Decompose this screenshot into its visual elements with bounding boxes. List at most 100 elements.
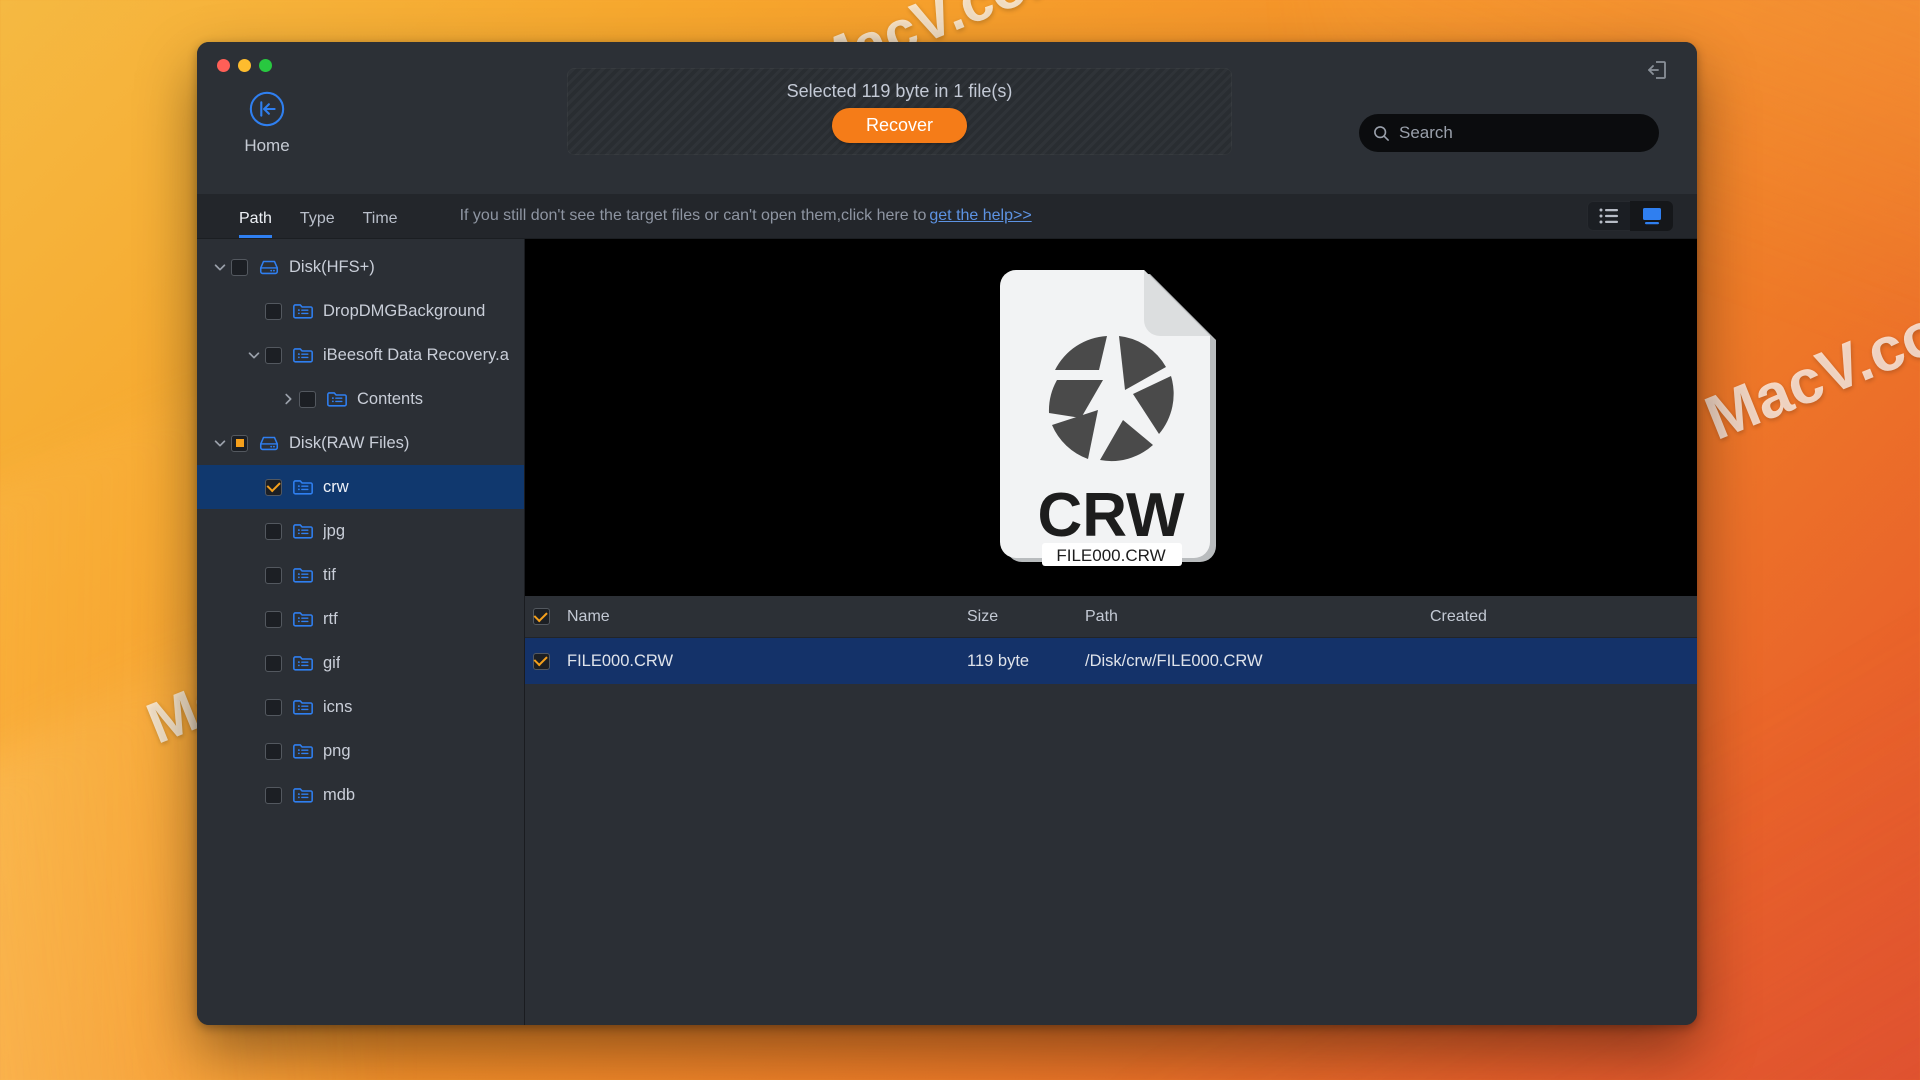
folder-icon: [292, 697, 314, 717]
tree-item-crw[interactable]: crw: [197, 465, 524, 509]
folder-icon: [292, 653, 314, 673]
tree-item-label: rtf: [323, 609, 338, 628]
close-button[interactable]: [217, 59, 230, 72]
selection-status-text: Selected 119 byte in 1 file(s): [786, 80, 1013, 101]
content-pane: CRW FILE000.CRW Name Size Path Created F…: [524, 239, 1697, 1025]
tree-item-label: Contents: [357, 389, 424, 408]
tree-chevron-placeholder: [245, 786, 263, 804]
chevron-down-icon[interactable]: [211, 258, 229, 276]
tree-checkbox[interactable]: [265, 478, 282, 496]
tree-checkbox[interactable]: [265, 786, 282, 804]
back-to-home-icon: [249, 91, 285, 127]
chevron-down-icon[interactable]: [245, 346, 263, 364]
crw-document-icon: CRW FILE000.CRW: [1000, 269, 1216, 566]
cell-name: FILE000.CRW: [567, 651, 674, 670]
tree-item-label: tif: [323, 565, 336, 584]
tree-item-label: DropDMGBackground: [323, 301, 486, 320]
chevron-down-icon[interactable]: [211, 434, 229, 452]
tree-chevron-placeholder: [245, 566, 263, 584]
app-window: Home Selected 119 byte in 1 file(s) Reco…: [197, 42, 1697, 1025]
filter-tabs: Path Type Time: [197, 194, 398, 238]
cell-size: 119 byte: [967, 651, 1030, 670]
tree-checkbox[interactable]: [265, 522, 282, 540]
tree-item-disk-hfs[interactable]: Disk(HFS+): [197, 245, 524, 289]
tree-item-label: Disk(HFS+): [289, 257, 375, 276]
tree-item-contents[interactable]: Contents: [197, 377, 524, 421]
tree-checkbox[interactable]: [231, 434, 248, 452]
filter-toolbar: Path Type Time If you still don't see th…: [197, 194, 1697, 239]
folder-icon: [292, 301, 314, 321]
tree-item-rtf[interactable]: rtf: [197, 597, 524, 641]
tree-item-png[interactable]: png: [197, 729, 524, 773]
tab-type[interactable]: Type: [300, 210, 335, 238]
home-button[interactable]: Home: [225, 90, 309, 156]
help-message: If you still don't see the target files …: [460, 194, 1032, 238]
tree-checkbox[interactable]: [265, 610, 282, 628]
file-table-header: Name Size Path Created: [525, 596, 1697, 638]
get-help-link[interactable]: get the help>>: [929, 207, 1031, 225]
folder-icon: [292, 741, 314, 761]
column-header-size[interactable]: Size: [967, 608, 1085, 626]
tree-item-label: png: [323, 741, 351, 760]
exit-button[interactable]: [1645, 58, 1669, 82]
row-checkbox-cell: [525, 652, 567, 670]
tree-chevron-placeholder: [245, 478, 263, 496]
tree-checkbox[interactable]: [299, 390, 316, 408]
tree-checkbox[interactable]: [231, 258, 248, 276]
search-box[interactable]: [1359, 114, 1659, 152]
column-header-created[interactable]: Created: [1430, 608, 1697, 626]
search-input[interactable]: [1399, 123, 1645, 143]
tree-item-jpg[interactable]: jpg: [197, 509, 524, 553]
tree-item-ibeesoft-data-recovery-a[interactable]: iBeesoft Data Recovery.a: [197, 333, 524, 377]
tree-checkbox[interactable]: [265, 302, 282, 320]
view-toggle-group: [1587, 201, 1673, 231]
row-checkbox[interactable]: [532, 652, 550, 670]
crw-type-text: CRW: [1038, 481, 1185, 550]
tree-checkbox[interactable]: [265, 698, 282, 716]
folder-icon: [292, 565, 314, 585]
tree-item-label: mdb: [323, 785, 356, 804]
disk-icon: [258, 257, 280, 277]
traffic-lights: [217, 59, 272, 72]
folder-icon: [326, 389, 348, 409]
cell-path: /Disk/crw/FILE000.CRW: [1085, 651, 1263, 670]
tree-item-label: gif: [323, 653, 341, 672]
recover-button[interactable]: Recover: [831, 107, 968, 143]
table-row[interactable]: FILE000.CRW 119 byte/Disk/crw/FILE000.CRW: [525, 638, 1697, 684]
status-panel: Selected 119 byte in 1 file(s) Recover: [567, 68, 1232, 155]
tree-item-tif[interactable]: tif: [197, 553, 524, 597]
crw-filename-text: FILE000.CRW: [1056, 546, 1165, 565]
tab-time[interactable]: Time: [363, 210, 398, 238]
column-header-name[interactable]: Name: [567, 608, 967, 626]
folder-icon: [292, 345, 314, 365]
disk-icon: [258, 433, 280, 453]
column-header-path[interactable]: Path: [1085, 608, 1430, 626]
thumbnail-view-button[interactable]: [1630, 201, 1673, 231]
select-all-checkbox[interactable]: [532, 608, 550, 625]
tree-checkbox[interactable]: [265, 742, 282, 760]
minimize-button[interactable]: [238, 59, 251, 72]
folder-icon: [292, 785, 314, 805]
maximize-button[interactable]: [259, 59, 272, 72]
main-body: Disk(HFS+) DropDMGBackground iBeesoft Data…: [197, 239, 1697, 1025]
tab-path[interactable]: Path: [239, 210, 272, 238]
tree-item-dropdmgbackground[interactable]: DropDMGBackground: [197, 289, 524, 333]
watermark-right: MacV.co: [1696, 297, 1920, 454]
tree-chevron-placeholder: [245, 654, 263, 672]
chevron-right-icon[interactable]: [279, 390, 297, 408]
tree-item-label: Disk(RAW Files): [289, 433, 410, 452]
list-view-button[interactable]: [1587, 201, 1630, 231]
tree-item-gif[interactable]: gif: [197, 641, 524, 685]
folder-icon: [292, 521, 314, 541]
tree-chevron-placeholder: [245, 742, 263, 760]
tree-checkbox[interactable]: [265, 654, 282, 672]
file-preview-area: CRW FILE000.CRW: [525, 239, 1697, 596]
tree-item-icns[interactable]: icns: [197, 685, 524, 729]
monitor-icon: [1642, 208, 1661, 225]
tree-chevron-placeholder: [245, 522, 263, 540]
tree-item-disk-raw-files[interactable]: Disk(RAW Files): [197, 421, 524, 465]
tree-checkbox[interactable]: [265, 566, 282, 584]
tree-checkbox[interactable]: [265, 346, 282, 364]
tree-item-mdb[interactable]: mdb: [197, 773, 524, 817]
list-icon: [1599, 208, 1618, 224]
